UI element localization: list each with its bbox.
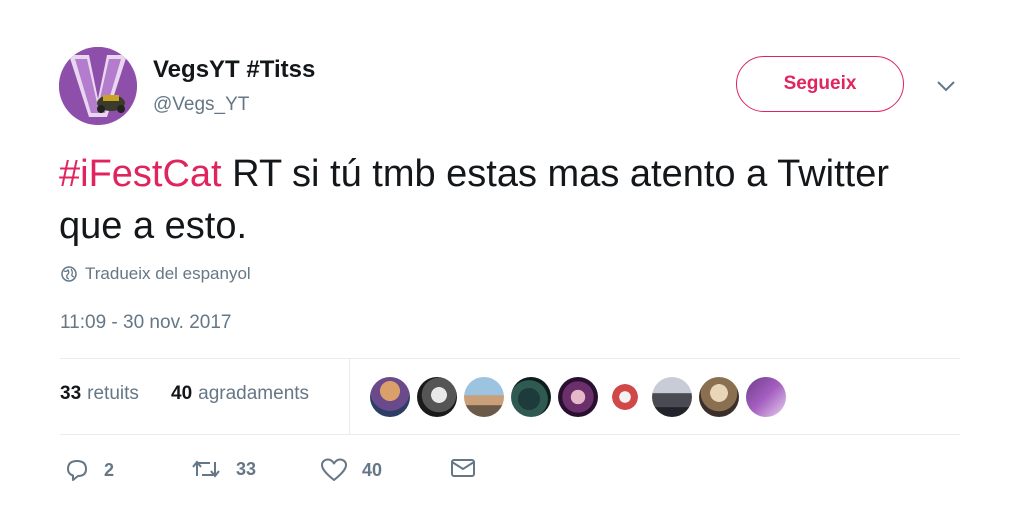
chevron-down-icon xyxy=(937,81,955,92)
message-button[interactable] xyxy=(450,458,476,478)
likes-count: 40 xyxy=(171,383,193,404)
retweet-button[interactable]: 33 xyxy=(190,458,256,480)
liker-avatar[interactable] xyxy=(464,377,504,417)
liker-avatar[interactable] xyxy=(605,377,645,417)
translate-label[interactable]: Tradueix del espanyol xyxy=(85,264,251,284)
follow-button[interactable]: Segueix xyxy=(736,56,904,112)
like-button[interactable]: 40 xyxy=(320,458,382,482)
liker-avatar[interactable] xyxy=(746,377,786,417)
liker-avatar[interactable] xyxy=(417,377,457,417)
tweet-text: #iFestCat RT si tú tmb estas mas atento … xyxy=(59,148,939,252)
hashtag-link[interactable]: #iFestCat xyxy=(59,153,222,195)
envelope-icon xyxy=(451,459,475,477)
translate-link[interactable]: Tradueix del espanyol xyxy=(61,264,251,284)
liker-avatar[interactable] xyxy=(699,377,739,417)
reply-icon xyxy=(67,460,87,481)
liker-avatar[interactable] xyxy=(370,377,410,417)
tweet-menu-caret[interactable] xyxy=(934,76,958,96)
retweets-count: 33 xyxy=(60,383,82,404)
timestamp[interactable]: 11:09 - 30 nov. 2017 xyxy=(60,312,231,334)
heart-icon xyxy=(321,458,347,481)
liker-avatar[interactable] xyxy=(558,377,598,417)
divider-bottom xyxy=(60,434,960,435)
retweets-label: retuits xyxy=(87,383,139,404)
liker-avatars xyxy=(370,377,786,417)
retweets-stat[interactable]: 33 retuits xyxy=(60,383,139,405)
like-count: 40 xyxy=(362,459,383,480)
globe-icon xyxy=(61,266,77,282)
retweet-icon xyxy=(192,460,220,478)
retweet-count: 33 xyxy=(236,458,257,479)
profile-avatar-icon xyxy=(59,47,137,125)
likes-stat[interactable]: 40 agradaments xyxy=(171,383,309,405)
stats-separator xyxy=(349,359,350,434)
divider-top xyxy=(60,358,960,359)
display-name[interactable]: VegsYT #Titss xyxy=(153,56,315,84)
reply-button[interactable]: 2 xyxy=(64,458,114,482)
liker-avatar[interactable] xyxy=(511,377,551,417)
reply-count: 2 xyxy=(104,459,115,480)
avatar[interactable] xyxy=(59,47,137,125)
likes-label: agradaments xyxy=(198,383,310,404)
username[interactable]: @Vegs_YT xyxy=(153,94,249,116)
liker-avatar[interactable] xyxy=(652,377,692,417)
